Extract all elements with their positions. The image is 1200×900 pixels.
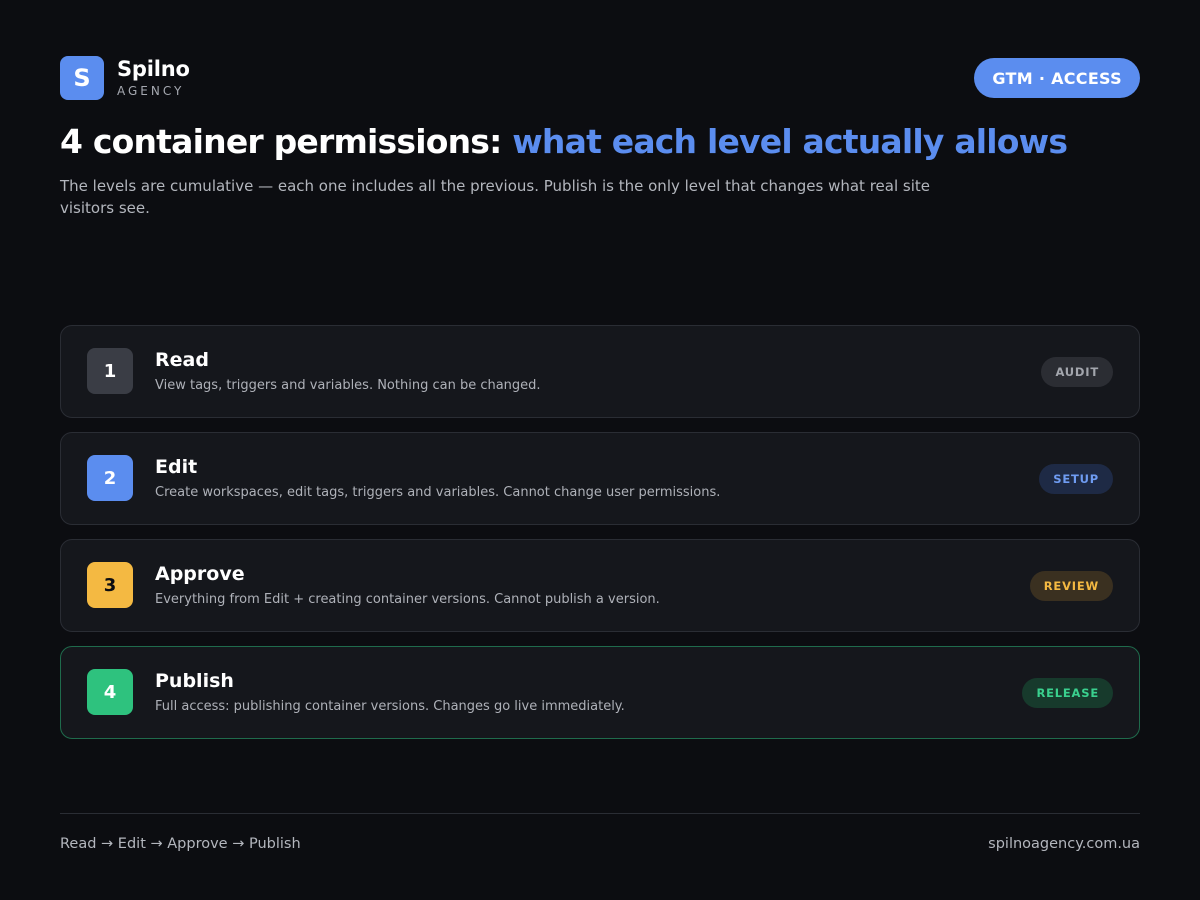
level-number: 2 (87, 455, 133, 501)
footer-divider (60, 813, 1140, 814)
page-subtitle: The levels are cumulative — each one inc… (60, 177, 930, 217)
level-description: Create workspaces, edit tags, triggers a… (155, 485, 721, 500)
level-badge: AUDIT (1041, 357, 1113, 387)
level-badge: RELEASE (1022, 678, 1113, 708)
footer-site-link[interactable]: spilnoagency.com.ua (988, 836, 1140, 852)
level-title: Approve (155, 563, 245, 585)
level-card-approve: 3 Approve Everything from Edit + creatin… (60, 539, 1140, 632)
level-description: Full access: publishing container versio… (155, 699, 625, 714)
brand-logo-icon: S (60, 56, 104, 100)
brand-sub: AGENCY (117, 84, 185, 98)
title-main: 4 container permissions: (60, 122, 513, 161)
permission-levels: 1 Read View tags, triggers and variables… (60, 325, 1140, 753)
footer-flow: Read → Edit → Approve → Publish (60, 836, 301, 852)
brand-name: Spilno (117, 57, 190, 81)
level-title: Edit (155, 456, 198, 478)
level-number: 1 (87, 348, 133, 394)
level-card-edit: 2 Edit Create workspaces, edit tags, tri… (60, 432, 1140, 525)
level-badge: REVIEW (1029, 571, 1113, 601)
brand[interactable]: S Spilno AGENCY (60, 56, 190, 100)
page: S Spilno AGENCY GTM · ACCESS 4 container… (0, 0, 1200, 900)
level-card-read: 1 Read View tags, triggers and variables… (60, 325, 1140, 418)
level-number: 4 (87, 669, 133, 715)
brand-text: Spilno AGENCY (117, 57, 190, 99)
level-number: 3 (87, 562, 133, 608)
page-title: 4 container permissions: what each level… (60, 122, 1068, 161)
level-badge: SETUP (1039, 464, 1113, 494)
level-title: Publish (155, 670, 234, 692)
topic-tag: GTM · ACCESS (974, 58, 1140, 98)
level-card-publish: 4 Publish Full access: publishing contai… (60, 646, 1140, 739)
title-accent: what each level actually allows (512, 122, 1068, 161)
level-title: Read (155, 349, 209, 371)
level-description: View tags, triggers and variables. Nothi… (155, 378, 541, 393)
level-description: Everything from Edit + creating containe… (155, 592, 660, 607)
